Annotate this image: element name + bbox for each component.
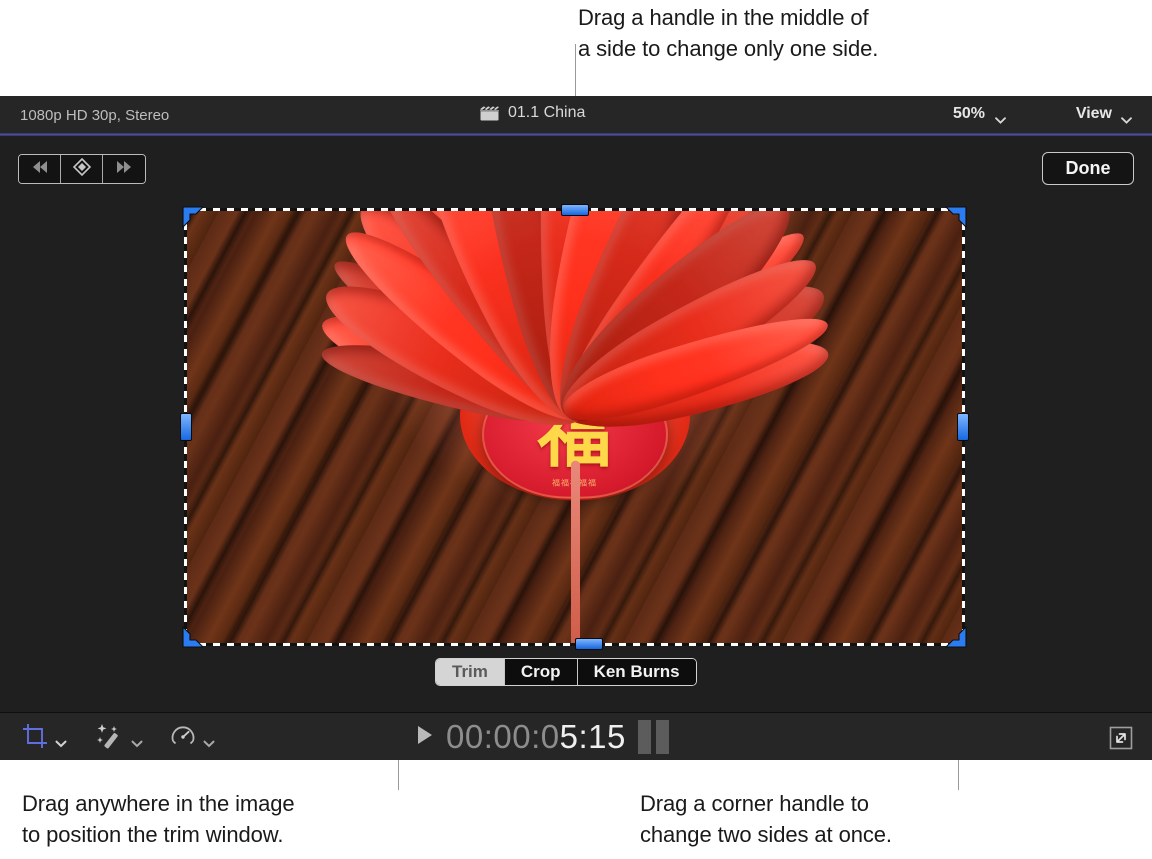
done-button[interactable]: Done (1042, 152, 1134, 185)
crop-handle-bottom-right[interactable] (945, 626, 967, 648)
next-keyframe-button[interactable] (103, 155, 145, 183)
keyframe-navigation-group (18, 154, 146, 184)
clip-image[interactable]: 福福福福福 福 福福福福福 (186, 210, 963, 644)
audio-level-meter-icon (638, 720, 669, 754)
speedometer-icon (170, 723, 196, 754)
annotation-bottom-right: Drag a corner handle to change two sides… (640, 788, 892, 850)
trim-mode-segmented-control: Trim Crop Ken Burns (435, 658, 697, 686)
viewer-bottom-toolbar: 00:00:05:15 (0, 712, 1152, 760)
lantern-tassel (571, 461, 580, 644)
annotation-bottom-left: Drag anywhere in the image to position t… (22, 788, 295, 850)
crop-handle-right-middle[interactable] (957, 413, 969, 441)
chevron-down-icon (55, 735, 66, 742)
speed-tool-button[interactable] (170, 723, 214, 754)
clip-name-label: 01.1 China (508, 104, 585, 122)
timecode-value: 00:00:05:15 (446, 718, 626, 756)
screenshot-root: Drag a handle in the middle of a side to… (0, 0, 1152, 859)
magic-wand-icon (96, 723, 124, 754)
timecode-display[interactable]: 00:00:05:15 (415, 718, 669, 756)
zoom-level-menu[interactable]: 50% (953, 105, 1006, 123)
expand-fullscreen-button[interactable] (1108, 725, 1134, 751)
crop-icon (22, 723, 48, 754)
diamond-keyframe-icon (72, 157, 92, 182)
chevron-down-icon (995, 111, 1006, 118)
crop-handle-top-right[interactable] (945, 206, 967, 228)
red-paper-lantern: 福福福福福 福 福福福福福 (265, 210, 885, 644)
chevron-down-icon (1121, 111, 1132, 118)
mode-option-trim[interactable]: Trim (436, 659, 505, 685)
play-triangle-icon[interactable] (415, 724, 434, 751)
viewer-header-bar: 1080p HD 30p, Stereo 01.1 China (0, 96, 1152, 136)
mode-option-crop[interactable]: Crop (505, 659, 578, 685)
header-divider (0, 133, 1152, 136)
enhance-tool-button[interactable] (96, 723, 142, 754)
crop-handle-top-middle[interactable] (561, 204, 589, 216)
crop-tool-button[interactable] (22, 723, 66, 754)
expand-fullscreen-icon (1108, 738, 1134, 755)
double-chevron-left-icon (29, 159, 51, 180)
mode-option-ken-burns[interactable]: Ken Burns (578, 659, 696, 685)
image-crop-stage[interactable]: 福福福福福 福 福福福福福 (186, 210, 963, 644)
previous-keyframe-button[interactable] (19, 155, 61, 183)
zoom-level-value: 50% (953, 105, 985, 123)
crop-handle-bottom-left[interactable] (182, 626, 204, 648)
annotation-top: Drag a handle in the middle of a side to… (578, 2, 878, 64)
clip-format-label: 1080p HD 30p, Stereo (20, 107, 169, 124)
chevron-down-icon (131, 735, 142, 742)
viewer-window: 1080p HD 30p, Stereo 01.1 China (0, 96, 1152, 760)
crop-handle-top-left[interactable] (182, 206, 204, 228)
crop-handle-bottom-middle[interactable] (575, 638, 603, 650)
view-menu-button[interactable]: View (1076, 105, 1132, 123)
timecode-active-digits: 5:15 (560, 718, 626, 755)
timecode-leading-zeros: 00:00:0 (446, 718, 560, 755)
add-keyframe-button[interactable] (61, 155, 103, 183)
clip-name-group: 01.1 China (480, 104, 585, 122)
chevron-down-icon (203, 735, 214, 742)
clapperboard-icon (480, 106, 499, 121)
crop-handle-left-middle[interactable] (180, 413, 192, 441)
double-chevron-right-icon (113, 159, 135, 180)
view-menu-label: View (1076, 105, 1112, 123)
